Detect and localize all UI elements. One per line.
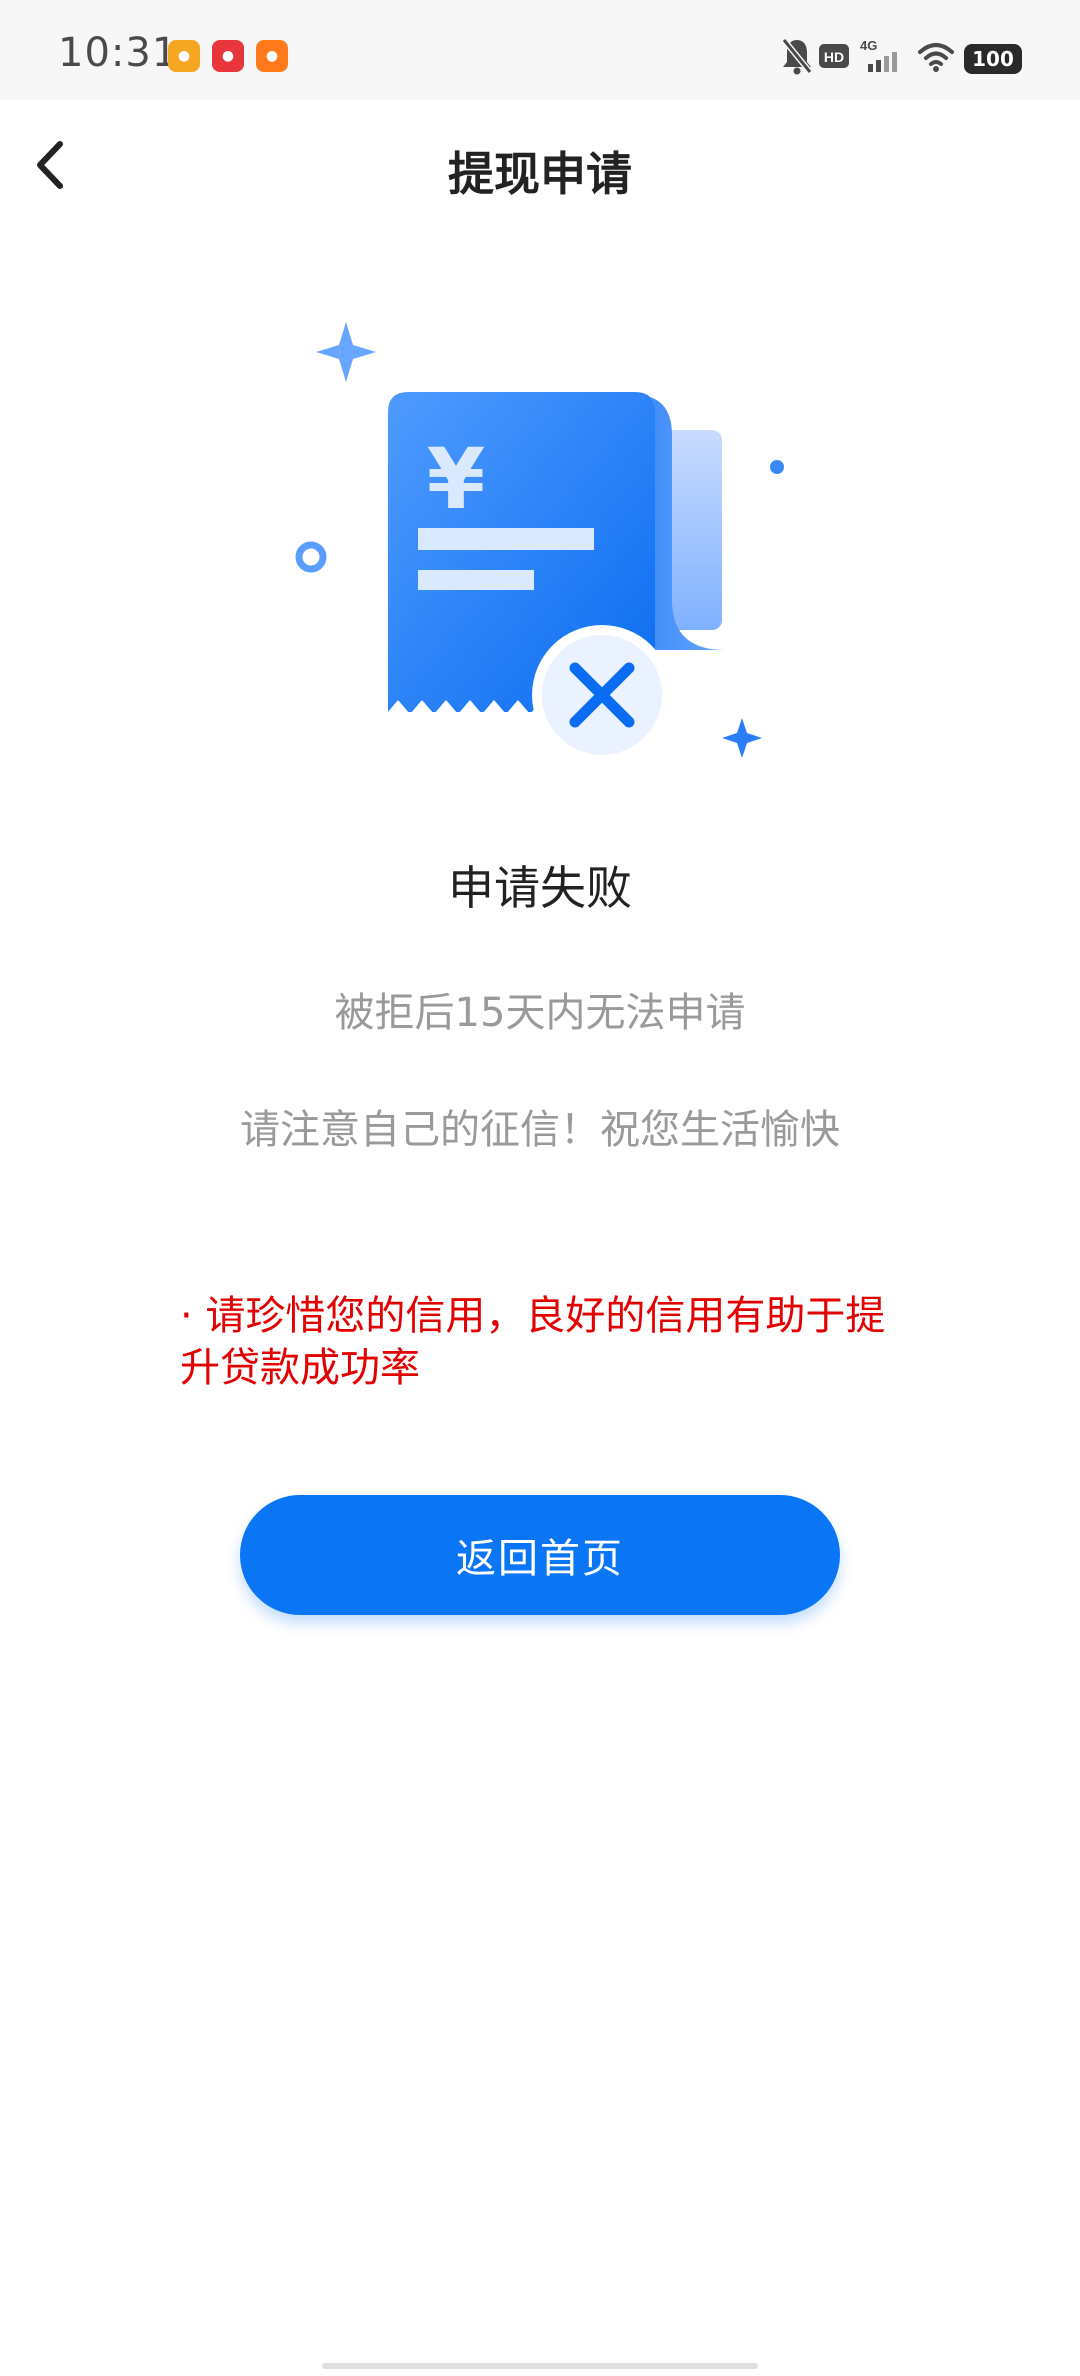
hd-icon: HD <box>819 44 849 68</box>
svg-text:HD: HD <box>824 49 844 65</box>
result-headline: 申请失败 <box>448 861 632 915</box>
app-notification-icon-3: ● <box>256 40 288 72</box>
return-home-button[interactable]: 返回首页 <box>240 1495 840 1615</box>
home-indicator[interactable] <box>322 2363 758 2369</box>
sparkle-icon <box>722 718 762 758</box>
currency-symbol: ¥ <box>427 430 485 528</box>
decorative-ring <box>295 541 327 573</box>
battery-level: 100 <box>972 47 1014 71</box>
status-bar: 10:31 ● ● ● HD 4G 100 <box>0 0 1080 100</box>
mute-bell-icon <box>781 38 813 75</box>
wifi-icon <box>918 43 954 72</box>
sparkle-icon <box>316 322 376 382</box>
application-failed-illustration: ¥ <box>295 322 784 765</box>
nav-bar: 提现申请 <box>0 100 1080 235</box>
status-time: 10:31 <box>58 30 179 76</box>
page-title: 提现申请 <box>448 147 632 201</box>
decorative-dot <box>770 460 784 474</box>
result-reason-text: 被拒后15天内无法申请 <box>334 990 746 1036</box>
battery-indicator: 100 <box>964 44 1022 74</box>
app-notification-icon-1: ● <box>168 40 200 72</box>
signal-4g-icon: 4G <box>860 38 897 72</box>
network-type-label: 4G <box>860 38 877 53</box>
app-notification-icon-2: ● <box>212 40 244 72</box>
credit-notice: · 请珍惜您的信用，良好的信用有助于提升贷款成功率 <box>180 1293 886 1391</box>
result-advice-text: 请注意自己的征信！祝您生活愉快 <box>240 1107 840 1153</box>
